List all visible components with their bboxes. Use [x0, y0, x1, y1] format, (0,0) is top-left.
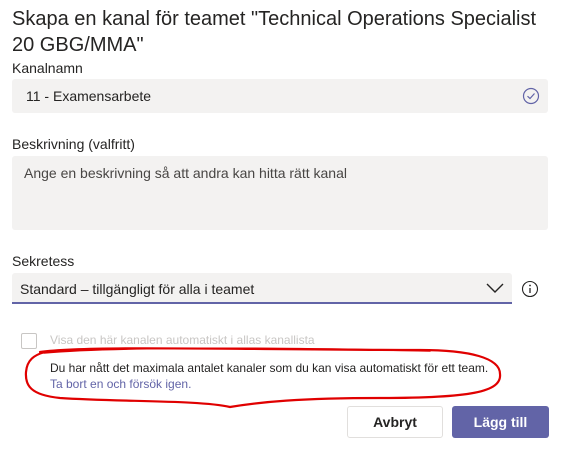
channel-name-value: 11 - Examensarbete: [26, 88, 152, 104]
add-button[interactable]: Lägg till: [452, 406, 549, 438]
description-textarea[interactable]: Ange en beskrivning så att andra kan hit…: [12, 156, 548, 230]
auto-show-checkbox[interactable]: [21, 333, 37, 349]
description-placeholder: Ange en beskrivning så att andra kan hit…: [24, 165, 347, 181]
privacy-selected-value: Standard – tillgängligt för alla i teame…: [20, 281, 255, 297]
privacy-dropdown[interactable]: Standard – tillgängligt för alla i teame…: [12, 273, 512, 304]
privacy-label: Sekretess: [12, 253, 75, 269]
channel-limit-warning: Du har nått det maximala antalet kanaler…: [50, 360, 488, 392]
red-annotation-ellipse: [24, 347, 502, 409]
description-label: Beskrivning (valfritt): [12, 136, 135, 152]
remove-and-retry-link[interactable]: Ta bort en och försök igen.: [50, 376, 488, 392]
check-circle-icon: [522, 87, 540, 105]
dialog-title: Skapa en kanal för teamet "Technical Ope…: [12, 8, 537, 56]
chevron-down-icon: [486, 283, 504, 293]
info-icon[interactable]: [521, 280, 539, 298]
auto-show-label: Visa den här kanalen automatiskt i allas…: [50, 333, 315, 347]
cancel-button[interactable]: Avbryt: [347, 406, 443, 438]
warning-text: Du har nått det maximala antalet kanaler…: [50, 361, 489, 375]
channel-name-input[interactable]: 11 - Examensarbete: [12, 79, 548, 113]
channel-name-label: Kanalnamn: [12, 60, 83, 76]
